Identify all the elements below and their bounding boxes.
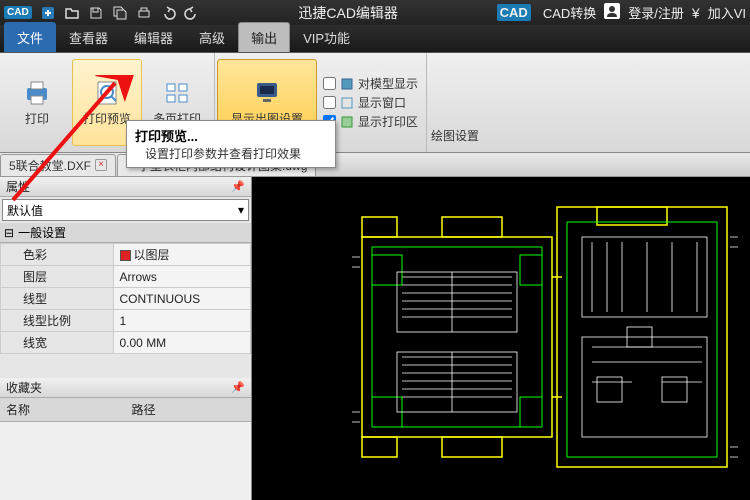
app-badge: CAD <box>4 6 32 19</box>
pin-icon[interactable]: 📌 <box>231 381 245 394</box>
login-link[interactable]: 登录/注册 <box>628 3 684 22</box>
default-dropdown[interactable]: 默认值▾ <box>2 199 249 221</box>
preview-icon <box>91 78 123 106</box>
join-link[interactable]: 加入VI <box>708 3 746 22</box>
pin-icon[interactable]: 📌 <box>231 180 245 193</box>
grid-icon <box>161 78 193 106</box>
col-path[interactable]: 路径 <box>126 398 252 421</box>
fav-columns: 名称 路径 <box>0 398 251 422</box>
printarea-check[interactable]: 显示打印区 <box>323 113 418 130</box>
color-swatch <box>120 250 131 261</box>
menu-tabs: 文件 查看器 编辑器 高级 输出 VIP功能 <box>0 25 750 53</box>
document-tabs: 5联合教堂.DXF× 一字型衣柜内部结构设计图集.dwg <box>0 153 750 177</box>
cube-icon <box>340 77 354 91</box>
cad-drawing <box>252 177 750 500</box>
open-icon[interactable] <box>62 3 82 23</box>
ribbon: 打印 打印预览 多页打印 显示出图设置 对模型显示 显示窗口 显示打印区 绘图设… <box>0 53 750 153</box>
chevron-down-icon: ▾ <box>238 203 244 217</box>
print-icon-small[interactable] <box>134 3 154 23</box>
monitor-icon <box>251 78 283 106</box>
panel-title-fav: 收藏夹📌 <box>0 378 251 398</box>
new-icon[interactable] <box>38 3 58 23</box>
saveall-icon[interactable] <box>110 3 130 23</box>
fav-list <box>0 422 251 500</box>
cad-convert-badge: CAD <box>497 4 531 21</box>
draw-settings-label: 绘图设置 <box>427 53 483 152</box>
collapse-icon: ⊟ <box>4 226 14 240</box>
model-display-check[interactable]: 对模型显示 <box>323 75 418 92</box>
table-row: 色彩以图层 <box>1 244 251 266</box>
table-row: 图层Arrows <box>1 266 251 288</box>
tooltip-title: 打印预览... <box>135 126 327 145</box>
tab-viewer[interactable]: 查看器 <box>56 22 121 52</box>
preview-label: 打印预览 <box>83 110 131 127</box>
drawing-canvas[interactable] <box>252 177 750 500</box>
print-button[interactable]: 打印 <box>2 59 72 146</box>
doc-tab-1[interactable]: 5联合教堂.DXF× <box>0 154 116 176</box>
general-header[interactable]: ⊟一般设置 <box>0 223 251 243</box>
print-label: 打印 <box>25 110 49 127</box>
undo-icon[interactable] <box>158 3 178 23</box>
tab-output[interactable]: 输出 <box>238 22 290 52</box>
col-name[interactable]: 名称 <box>0 398 126 421</box>
panel-title-props: 属性📌 <box>0 177 251 197</box>
window-icon <box>340 96 354 110</box>
tab-file[interactable]: 文件 <box>4 22 56 52</box>
user-icon <box>604 3 620 22</box>
close-icon[interactable]: × <box>95 159 107 171</box>
cad-convert-link[interactable]: CAD转换 <box>543 3 596 22</box>
window-display-check[interactable]: 显示窗口 <box>323 94 418 111</box>
tab-vip[interactable]: VIP功能 <box>290 22 363 52</box>
properties-table: 色彩以图层 图层Arrows 线型CONTINUOUS 线型比例1 线宽0.00… <box>0 243 251 354</box>
properties-panel: 属性📌 默认值▾ ⊟一般设置 色彩以图层 图层Arrows 线型CONTINUO… <box>0 177 252 500</box>
yen-icon: ¥ <box>692 5 700 21</box>
printer-icon <box>21 78 53 106</box>
save-icon[interactable] <box>86 3 106 23</box>
app-title: 迅捷CAD编辑器 <box>204 3 493 23</box>
tab-editor[interactable]: 编辑器 <box>121 22 186 52</box>
tooltip-body: 设置打印参数并查看打印效果 <box>135 145 327 162</box>
area-icon <box>340 115 354 129</box>
redo-icon[interactable] <box>182 3 202 23</box>
table-row: 线型CONTINUOUS <box>1 288 251 310</box>
table-row: 线宽0.00 MM <box>1 332 251 354</box>
tab-advanced[interactable]: 高级 <box>186 22 238 52</box>
tooltip: 打印预览... 设置打印参数并查看打印效果 <box>126 120 336 168</box>
table-row: 线型比例1 <box>1 310 251 332</box>
